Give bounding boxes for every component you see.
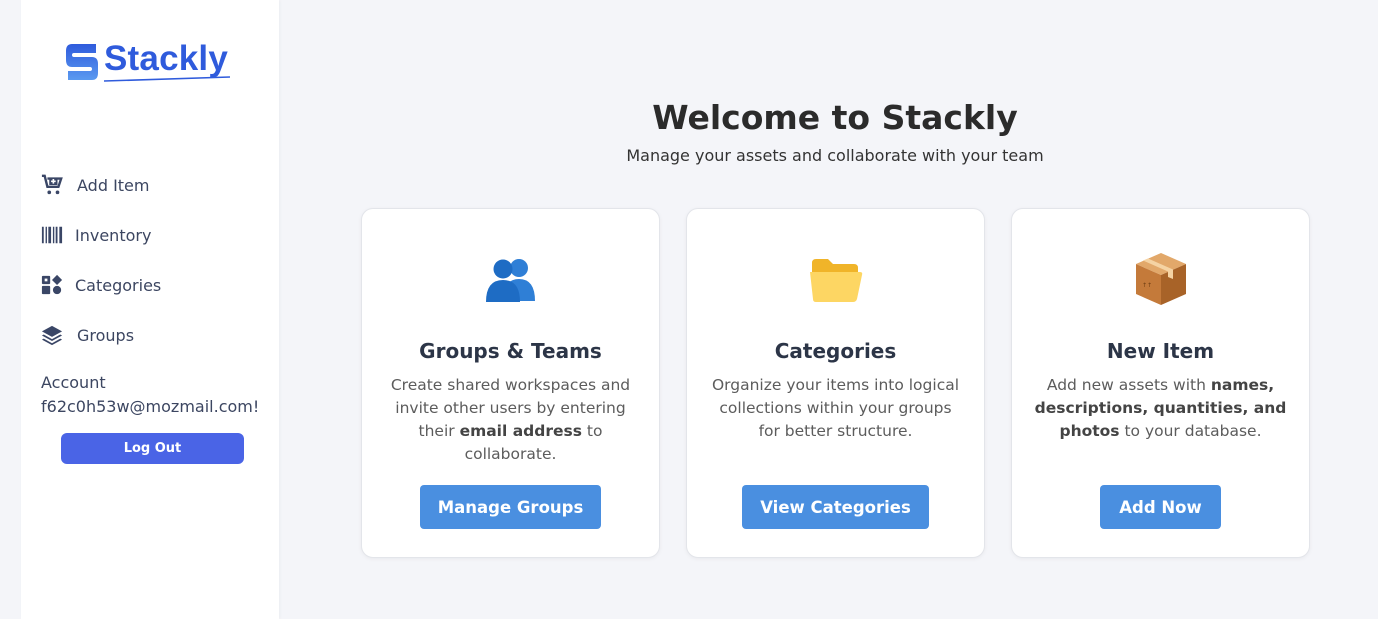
manage-groups-button[interactable]: Manage Groups [420, 485, 601, 529]
card-description: Organize your items into logical collect… [707, 374, 964, 443]
sidebar-item-inventory[interactable]: Inventory [41, 210, 161, 260]
card-text-part: Organize your items into logical collect… [711, 376, 960, 440]
brand-name: Stackly [104, 39, 228, 78]
sidebar-item-categories[interactable]: Categories [41, 260, 161, 310]
card-title: Groups & Teams [419, 339, 602, 363]
folder-icon [687, 249, 984, 309]
logo-underline [104, 76, 230, 82]
card-title: Categories [774, 339, 897, 363]
layers-icon [41, 324, 63, 346]
view-categories-button[interactable]: View Categories [742, 485, 929, 529]
sidebar-item-add-item[interactable]: Add Item [41, 160, 161, 210]
sidebar-item-label: Categories [75, 275, 162, 295]
account-info: Account f62c0h53w@mozmail.com! [41, 371, 259, 419]
account-email: f62c0h53w@mozmail.com! [41, 397, 260, 416]
svg-text:↑↑: ↑↑ [1142, 282, 1152, 289]
sidebar-item-groups[interactable]: Groups [41, 310, 161, 360]
stackly-logo-icon [66, 44, 98, 80]
card-text-bold: email address [459, 422, 582, 440]
package-icon: ↑↑ [1012, 249, 1309, 309]
card-text-part: Add new assets with [1046, 376, 1211, 394]
sidebar-item-label: Add Item [77, 175, 150, 195]
card-description: Add new assets with names, descriptions,… [1032, 374, 1289, 443]
account-label: Account [41, 373, 106, 392]
add-now-button[interactable]: Add Now [1100, 485, 1221, 529]
card-title: New Item [1106, 339, 1215, 363]
card-categories: Categories Organize your items into logi… [686, 208, 985, 558]
barcode-icon [41, 224, 63, 246]
card-text-part: to your database. [1119, 422, 1262, 440]
card-new-item: ↑↑ New Item Add new assets with names, d… [1011, 208, 1310, 558]
sidebar-item-label: Inventory [75, 225, 152, 245]
cart-plus-icon [41, 174, 63, 196]
card-groups-teams: Groups & Teams Create shared workspaces … [361, 208, 660, 558]
page-subtitle: Manage your assets and collaborate with … [626, 146, 1044, 165]
brand-logo[interactable]: Stackly [66, 39, 230, 82]
sidebar-nav: Add Item Inventory Categories Groups [41, 160, 161, 360]
card-description: Create shared workspaces and invite othe… [382, 374, 639, 466]
categories-icon [41, 274, 63, 296]
logout-button[interactable]: Log Out [61, 433, 244, 464]
page-title: Welcome to Stackly [652, 98, 1018, 137]
sidebar-item-label: Groups [77, 325, 135, 345]
sidebar: Stackly Add Item Inventory Categories Gr… [21, 0, 279, 619]
people-icon [362, 249, 659, 309]
